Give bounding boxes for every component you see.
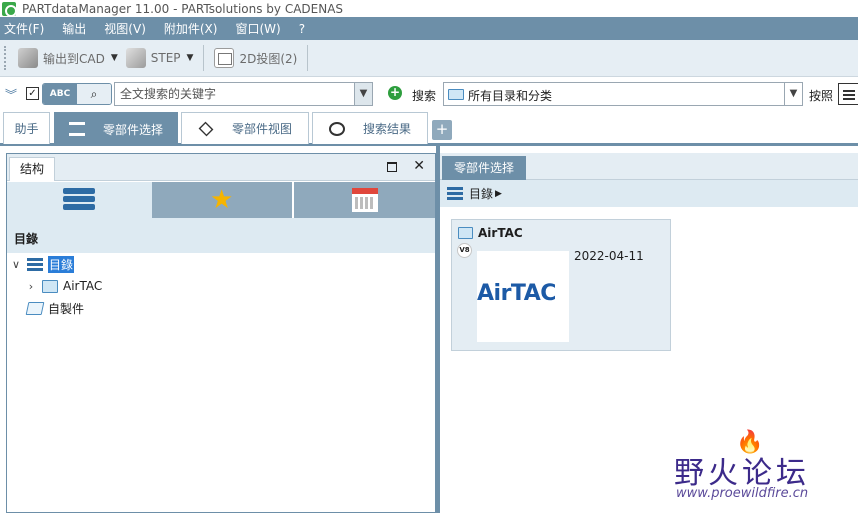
search-checkbox[interactable]: ✓ bbox=[26, 87, 39, 100]
app-icon bbox=[2, 1, 17, 17]
export-cad-dropdown-icon[interactable]: ▼ bbox=[111, 53, 118, 63]
window-title: PARTdataManager 11.00 - PARTsolutions by… bbox=[22, 1, 344, 16]
breadcrumb: 目錄 ▶ bbox=[440, 180, 858, 207]
search-icon bbox=[328, 121, 345, 136]
sort-options-button[interactable] bbox=[838, 83, 858, 105]
step-dropdown-icon[interactable]: ▼ bbox=[187, 53, 194, 63]
section-header: 目錄 bbox=[7, 218, 435, 253]
favorites-button[interactable]: ★ bbox=[152, 182, 292, 218]
main-tabs: 助手 零部件选择 零部件视图 搜索结果 + bbox=[0, 110, 858, 146]
watermark: 🔥 野火论坛 www.proewildfire.cn bbox=[674, 430, 854, 510]
tree-item-custom-parts[interactable]: 自製件 bbox=[22, 299, 84, 317]
title-bar: PARTdataManager 11.00 - PARTsolutions by… bbox=[0, 0, 858, 17]
toolbar-grip[interactable] bbox=[4, 46, 8, 70]
search-scope-select[interactable]: 所有目录和分类 ▼ bbox=[443, 82, 803, 106]
catalog-icon bbox=[27, 257, 43, 271]
folder-icon bbox=[42, 279, 58, 293]
catalog-books-icon bbox=[63, 188, 95, 212]
tree-item-catalog-root[interactable]: ∨ 目錄 bbox=[10, 255, 75, 273]
step-button[interactable]: STEP ▼ bbox=[122, 44, 198, 72]
search-button[interactable]: 搜索 bbox=[412, 87, 436, 104]
watermark-url: www.proewildfire.cn bbox=[676, 486, 809, 501]
structure-panel-header: 结构 ✕ bbox=[7, 154, 435, 181]
history-button[interactable] bbox=[294, 182, 435, 218]
search-scope-value: 所有目录和分类 bbox=[468, 89, 553, 103]
tab-part-selection[interactable]: 零部件选择 bbox=[54, 112, 178, 145]
export-cad-label: 输出到CAD bbox=[43, 51, 105, 66]
open-folder-icon bbox=[25, 301, 45, 315]
menu-view[interactable]: 视图(V) bbox=[104, 20, 146, 37]
calendar-icon bbox=[352, 188, 378, 212]
books-icon bbox=[68, 122, 85, 136]
version-badge: V8 bbox=[457, 243, 472, 258]
fulltext-search-field[interactable]: ▼ bbox=[114, 82, 373, 106]
add-tab-button[interactable]: + bbox=[432, 120, 452, 140]
search-history-dropdown-icon[interactable]: ▼ bbox=[354, 83, 372, 105]
breadcrumb-item[interactable]: 目錄 bbox=[469, 185, 493, 202]
maximize-icon[interactable] bbox=[387, 162, 397, 172]
tab-part-selection-panel[interactable]: 零部件选择 bbox=[442, 156, 526, 180]
search-mode-toggle[interactable]: ABC ⌕ bbox=[42, 83, 112, 105]
tab-assistant-label: 助手 bbox=[14, 122, 39, 136]
export-cad-icon bbox=[18, 48, 38, 68]
tab-search-results[interactable]: 搜索结果 bbox=[312, 112, 428, 144]
search-input[interactable] bbox=[115, 83, 351, 105]
collapse-chevron-icon[interactable]: ︾ bbox=[5, 86, 17, 103]
tab-part-view[interactable]: 零部件视图 bbox=[181, 112, 309, 144]
structure-panel: 结构 ✕ ★ 目錄 ∨ 目錄 › AirTAC 自製件 bbox=[6, 153, 436, 513]
airtac-logo: AirTAC bbox=[477, 251, 569, 342]
close-icon[interactable]: ✕ bbox=[413, 158, 425, 174]
tab-part-selection-label: 零部件选择 bbox=[102, 122, 163, 137]
airtac-logo-text: AirTAC bbox=[477, 281, 556, 306]
collapse-chevron-icon[interactable]: › bbox=[25, 280, 37, 293]
star-icon: ★ bbox=[210, 185, 234, 215]
tree-item-label: AirTAC bbox=[63, 279, 103, 293]
cube-icon bbox=[198, 121, 214, 136]
part-selection-header: 零部件选择 bbox=[440, 153, 858, 180]
catalog-card-airtac[interactable]: AirTAC V8 AirTAC 2022-04-11 bbox=[451, 219, 671, 351]
section-title: 目錄 bbox=[14, 232, 39, 246]
menu-addons[interactable]: 附加件(X) bbox=[164, 20, 218, 37]
menu-file[interactable]: 文件(F) bbox=[4, 20, 44, 37]
menu-output[interactable]: 输出 bbox=[62, 20, 86, 37]
menu-help[interactable]: ? bbox=[299, 22, 305, 36]
card-title: AirTAC bbox=[478, 226, 523, 240]
geometry-search-icon[interactable]: ⌕ bbox=[77, 84, 111, 104]
menu-window[interactable]: 窗口(W) bbox=[235, 20, 280, 37]
menu-bar: 文件(F) 输出 视图(V) 附加件(X) 窗口(W) ? bbox=[0, 17, 858, 40]
sort-label: 按照 bbox=[809, 89, 834, 103]
folder-icon bbox=[448, 89, 464, 100]
tab-part-view-label: 零部件视图 bbox=[231, 122, 292, 136]
export-cad-button[interactable]: 输出到CAD ▼ bbox=[14, 44, 122, 72]
projection-2d-icon bbox=[214, 48, 235, 68]
tab-structure[interactable]: 结构 bbox=[9, 157, 55, 181]
breadcrumb-arrow-icon[interactable]: ▶ bbox=[495, 189, 502, 199]
card-date: 2022-04-11 bbox=[574, 249, 644, 263]
step-label: STEP bbox=[150, 51, 181, 65]
toolbar-separator-end bbox=[307, 45, 309, 71]
tree-item-label: 自製件 bbox=[48, 301, 85, 316]
tab-assistant[interactable]: 助手 bbox=[3, 112, 50, 144]
scope-dropdown-icon[interactable]: ▼ bbox=[784, 83, 802, 105]
main-toolbar: 输出到CAD ▼ STEP ▼ 2D投图(2) bbox=[0, 40, 858, 77]
catalog-icon bbox=[447, 187, 463, 200]
tab-search-results-label: 搜索结果 bbox=[362, 122, 411, 136]
tree-item-label: 目錄 bbox=[48, 255, 75, 273]
search-go-icon[interactable]: + bbox=[388, 86, 402, 100]
text-search-mode[interactable]: ABC bbox=[43, 84, 77, 104]
expand-chevron-icon[interactable]: ∨ bbox=[10, 258, 22, 271]
projection-2d-button[interactable]: 2D投图(2) bbox=[210, 44, 301, 72]
projection-2d-label: 2D投图(2) bbox=[239, 51, 298, 66]
folder-icon bbox=[458, 227, 473, 239]
step-icon bbox=[125, 48, 146, 68]
catalog-view-button[interactable] bbox=[7, 182, 152, 218]
toolbar-separator bbox=[203, 45, 205, 71]
tree-item-airtac[interactable]: › AirTAC bbox=[25, 277, 102, 295]
search-bar: ︾ ✓ ABC ⌕ ▼ + 搜索 所有目录和分类 ▼ 按照 bbox=[0, 78, 858, 110]
